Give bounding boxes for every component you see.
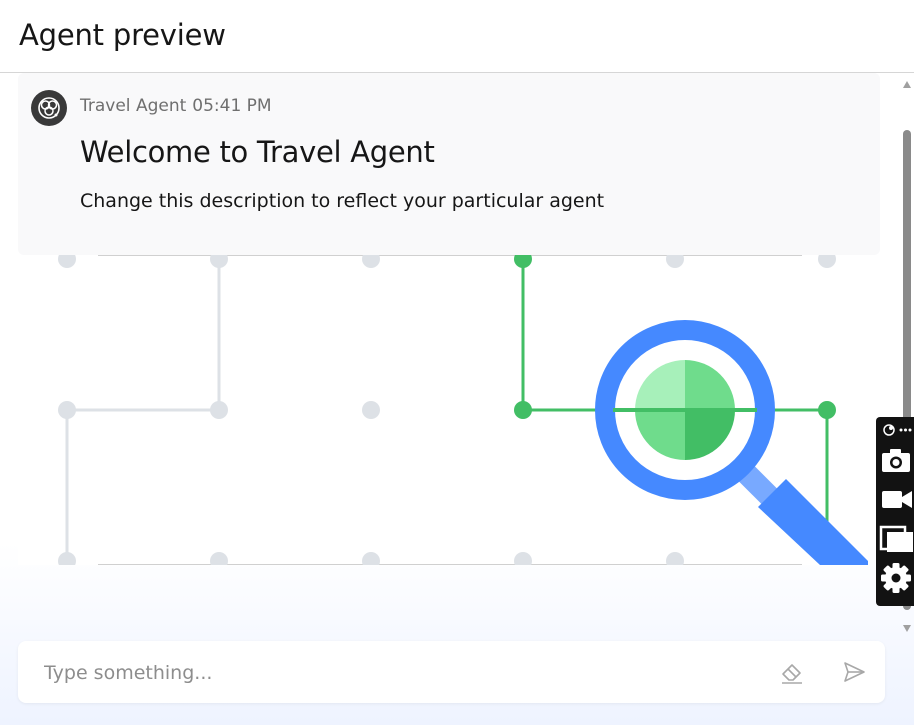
- welcome-description: Change this description to reflect your …: [80, 190, 605, 212]
- eraser-icon[interactable]: [778, 658, 806, 686]
- message-composer: [18, 641, 885, 703]
- welcome-heading: Welcome to Travel Agent: [80, 135, 435, 169]
- message-card: Travel Agent 05:41 PM Welcome to Travel A…: [18, 73, 880, 255]
- message-time: 05:41 PM: [192, 96, 272, 116]
- camera-icon[interactable]: [879, 445, 913, 477]
- more-icon: [899, 428, 912, 432]
- agent-logo-icon: [38, 97, 60, 119]
- message-meta: Travel Agent 05:41 PM: [80, 96, 278, 116]
- toolbar-header[interactable]: [879, 420, 913, 440]
- capture-toolbar: [876, 417, 914, 606]
- send-icon[interactable]: [840, 658, 868, 686]
- message-input[interactable]: [42, 655, 766, 691]
- magnifier-network-illustration: [58, 255, 868, 565]
- scroll-up-arrow-icon[interactable]: [903, 81, 911, 88]
- chat-area: Travel Agent 05:41 PM Welcome to Travel A…: [0, 73, 914, 725]
- header: Agent preview: [0, 0, 914, 73]
- copy-icon[interactable]: [879, 522, 913, 554]
- gear-icon[interactable]: [879, 562, 913, 594]
- scroll-down-arrow-icon[interactable]: [903, 625, 911, 632]
- welcome-illustration: [18, 255, 868, 565]
- logo-icon: [883, 424, 895, 436]
- page-title: Agent preview: [19, 18, 226, 52]
- agent-avatar: [31, 90, 67, 126]
- sender-name: Travel Agent: [80, 96, 187, 116]
- video-icon[interactable]: [879, 483, 913, 515]
